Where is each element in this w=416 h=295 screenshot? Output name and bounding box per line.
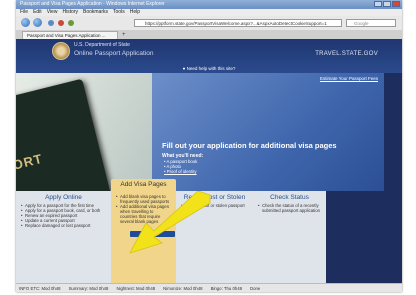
check-status-column: Check Status Check the status of a recen… [253, 191, 326, 283]
menu-view[interactable]: View [47, 9, 58, 16]
list-item: Replace damaged or lost passport [21, 223, 107, 228]
hero-banner: Estimate Your Passport Fees Fill out you… [152, 73, 384, 191]
maximize-button[interactable] [383, 1, 391, 7]
reload-icon[interactable] [48, 20, 54, 26]
state-department-seal-icon [52, 42, 70, 60]
status-item: Nightrest: Mod 0h48 [116, 286, 156, 291]
list-item: Check the status of a recently submitted… [258, 203, 322, 213]
menu-edit[interactable]: Edit [33, 9, 42, 16]
hero-headline: Fill out your application for additional… [162, 141, 337, 150]
close-button[interactable] [392, 1, 400, 7]
forward-button-icon[interactable] [33, 18, 42, 27]
back-button-icon[interactable] [21, 18, 30, 27]
menu-tools[interactable]: Tools [113, 9, 125, 16]
search-placeholder: Google [354, 21, 369, 26]
menu-history[interactable]: History [62, 9, 78, 16]
tab-passport-visa[interactable]: Passport and Visa Pages Application ... [22, 31, 118, 39]
window-titlebar: Passport and Visa Pages Application - Wi… [16, 0, 402, 9]
menu-file[interactable]: File [20, 9, 28, 16]
status-item: INFO ETC: Mod 0h48 [19, 286, 61, 291]
check-status-list: Check the status of a recently submitted… [253, 203, 326, 213]
menu-bar: File Edit View History Bookmarks Tools H… [16, 9, 402, 16]
apply-online-heading[interactable]: Apply Online [16, 191, 111, 203]
need-help-text: Need help with this site? [186, 66, 236, 71]
site-department-title: U.S. Department of State [74, 42, 130, 48]
home-icon[interactable] [68, 20, 74, 26]
requirements-list: • A passport book • A photo • Proof of i… [164, 159, 197, 174]
browser-window: Passport and Visa Pages Application - Wi… [16, 0, 402, 292]
passport-book-illustration: ORT [16, 78, 112, 191]
search-input[interactable]: Google [346, 19, 396, 27]
status-item: Done [250, 286, 261, 291]
menu-bookmarks[interactable]: Bookmarks [83, 9, 108, 16]
need-help-link[interactable]: ● Need help with this site? [16, 65, 402, 72]
site-header: U.S. Department of State Online Passport… [16, 39, 402, 73]
stop-icon[interactable] [58, 20, 64, 26]
status-bar: INFO ETC: Mod 0h48 Summary: Mod 0h48 Nig… [16, 283, 402, 292]
apply-online-column: Apply Online Apply for a passport for th… [16, 191, 111, 283]
menu-help[interactable]: Help [130, 9, 140, 16]
requirement-item[interactable]: • Proof of identity [164, 169, 197, 174]
address-bar[interactable]: https://pptform.state.gov/PassportVisaWe… [134, 19, 342, 27]
navigation-toolbar: https://pptform.state.gov/PassportVisaWe… [16, 16, 402, 31]
window-title: Passport and Visa Pages Application - Wi… [20, 1, 165, 7]
tab-bar: Passport and Visa Pages Application ... … [16, 30, 402, 39]
url-text: https://pptform.state.gov/PassportVisaWe… [145, 21, 327, 26]
apply-online-list: Apply for a passport for the first time … [16, 203, 111, 228]
status-item: Nimonize: Mod 0h48 [163, 286, 203, 291]
estimate-fees-link[interactable]: Estimate Your Passport Fees [320, 76, 378, 81]
check-status-heading[interactable]: Check Status [253, 191, 326, 203]
site-application-title: Online Passport Application [74, 50, 154, 57]
passport-image: ORT [16, 73, 152, 191]
status-item: Bingo: Thu 0h48 [210, 286, 243, 291]
new-tab-icon[interactable]: + [122, 31, 126, 39]
window-controls [374, 1, 400, 7]
passport-cover-text: ORT [16, 150, 45, 173]
status-item: Summary: Mod 0h48 [68, 286, 109, 291]
add-visa-pages-heading[interactable]: Add Visa Pages [111, 179, 176, 191]
travel-state-gov-link[interactable]: TRAVEL.STATE.GOV [315, 51, 378, 57]
yellow-arrow-icon [129, 191, 211, 254]
minimize-button[interactable] [374, 1, 382, 7]
